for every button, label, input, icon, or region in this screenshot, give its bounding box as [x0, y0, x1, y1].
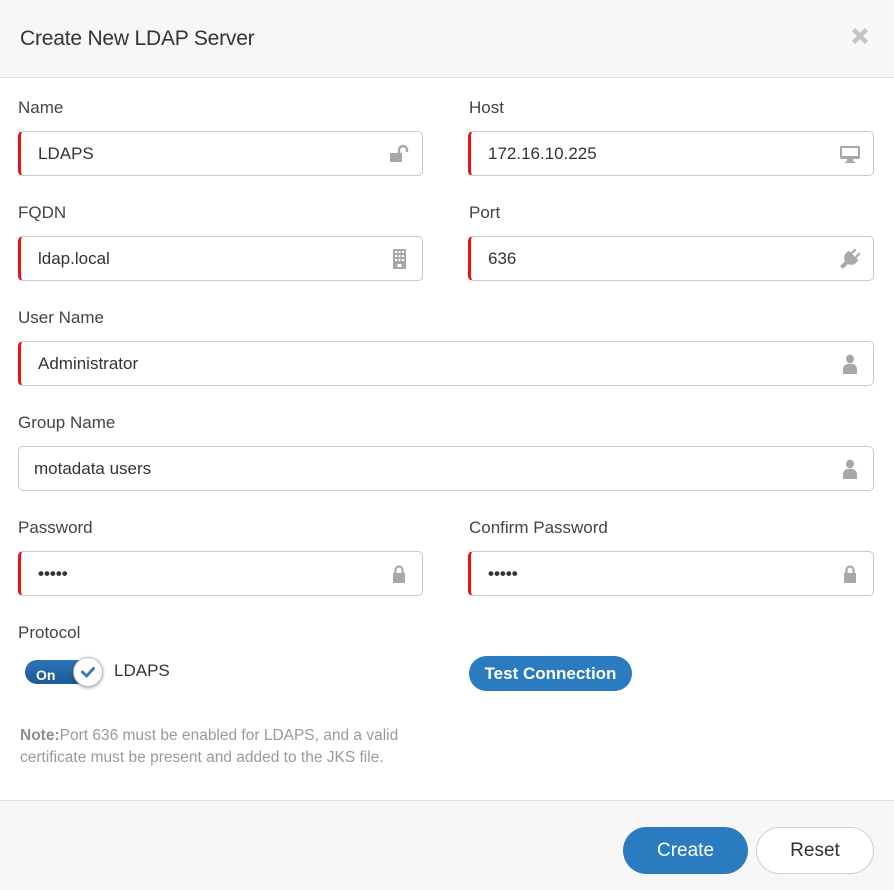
dialog-header: Create New LDAP Server [0, 0, 894, 78]
user-icon [843, 354, 857, 374]
confirm-password-field[interactable]: ••••• [468, 551, 874, 596]
protocol-toggle[interactable]: On [25, 657, 103, 687]
lock-icon [393, 565, 405, 583]
host-label: Host [469, 98, 504, 117]
protocol-option-label: LDAPS [114, 661, 170, 680]
group-name-label: Group Name [18, 413, 116, 432]
port-label: Port [469, 203, 501, 222]
group-name-field[interactable] [18, 446, 874, 491]
user-name-field[interactable] [18, 341, 874, 386]
test-connection-button[interactable]: Test Connection [469, 656, 632, 691]
ldaps-note: Note:Port 636 must be enabled for LDAPS,… [20, 725, 440, 769]
name-label: Name [18, 98, 64, 117]
password-input[interactable]: ••••• [38, 552, 379, 595]
group-name-input[interactable] [34, 447, 828, 490]
close-button[interactable] [848, 24, 872, 48]
lock-icon [844, 565, 856, 583]
port-field[interactable] [468, 236, 874, 281]
desktop-icon [840, 146, 860, 163]
fqdn-label: FQDN [18, 203, 67, 222]
toggle-knob[interactable] [73, 657, 103, 687]
fqdn-input[interactable] [38, 237, 379, 280]
note-prefix: Note: [20, 727, 60, 744]
name-field[interactable] [18, 131, 423, 176]
building-icon [393, 249, 406, 269]
host-field[interactable] [468, 131, 874, 176]
note-text: Port 636 must be enabled for LDAPS, and … [20, 727, 399, 766]
unlock-icon [390, 144, 409, 162]
host-input[interactable] [488, 132, 830, 175]
dialog-title: Create New LDAP Server [20, 27, 255, 50]
user-name-label: User Name [18, 308, 104, 327]
toggle-state-label: On [36, 667, 56, 683]
fqdn-field[interactable] [18, 236, 423, 281]
name-input[interactable] [38, 132, 379, 175]
password-field[interactable]: ••••• [18, 551, 423, 596]
password-label: Password [18, 518, 93, 537]
protocol-label: Protocol [18, 623, 81, 642]
user-name-input[interactable] [38, 342, 830, 385]
reset-button[interactable]: Reset [756, 827, 874, 874]
create-button[interactable]: Create [623, 827, 748, 874]
close-icon [852, 28, 868, 44]
confirm-password-label: Confirm Password [469, 518, 608, 537]
dialog-footer: Create Reset [0, 800, 894, 890]
plug-icon [840, 249, 861, 269]
port-input[interactable] [488, 237, 830, 280]
check-icon [81, 667, 95, 678]
user-icon [843, 459, 857, 479]
confirm-password-input[interactable]: ••••• [488, 552, 830, 595]
